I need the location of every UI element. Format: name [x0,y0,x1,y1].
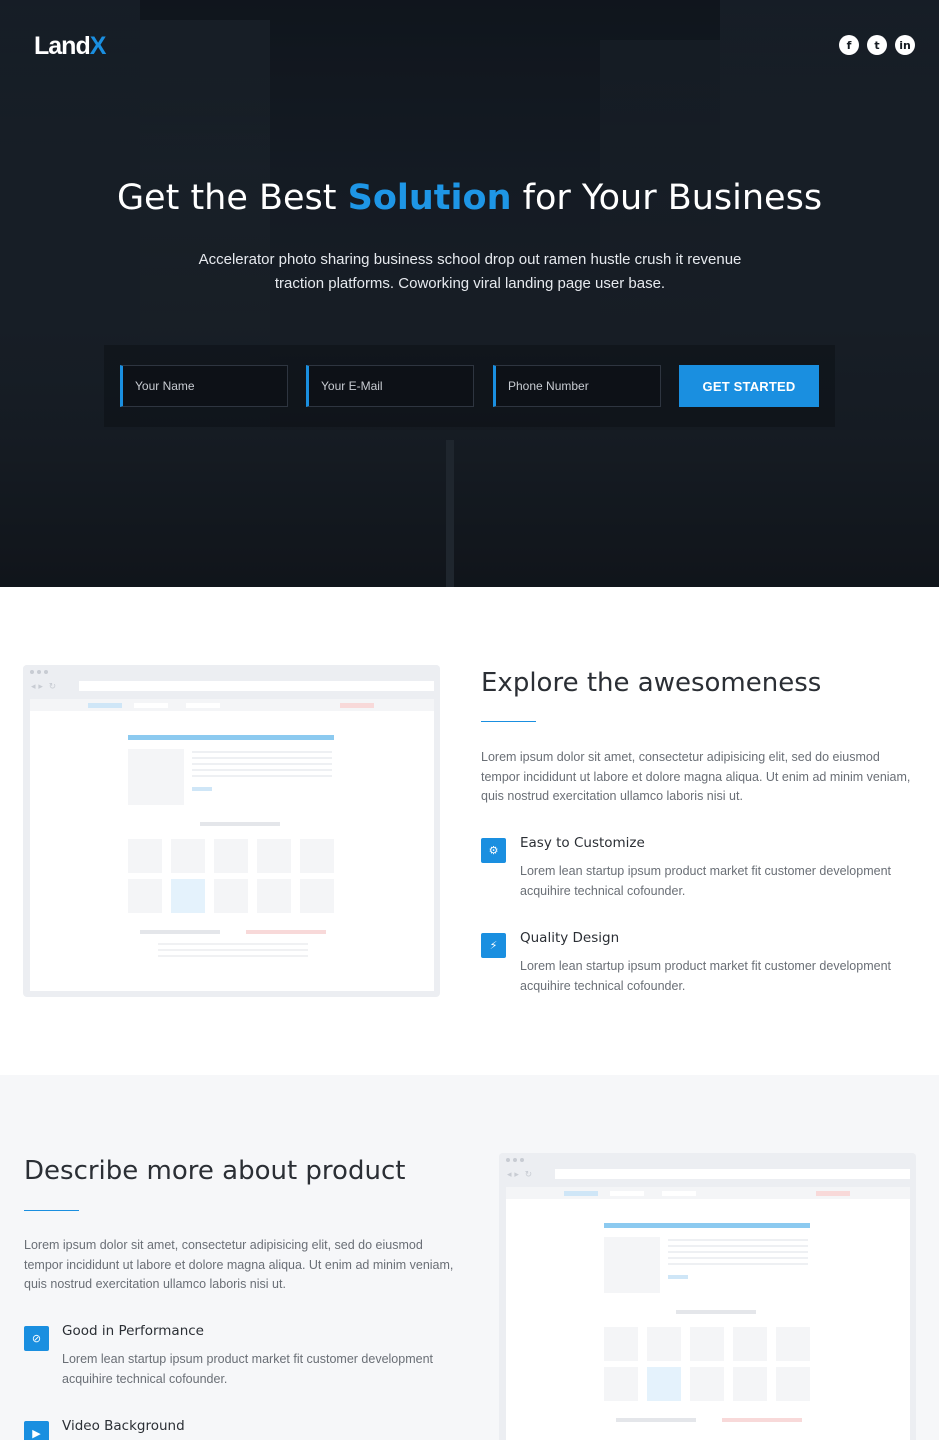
get-started-button[interactable]: GET STARTED [679,365,819,407]
browser-screen [506,1187,910,1440]
phone-field[interactable] [493,365,661,407]
speedometer-icon: ⊘ [24,1326,49,1351]
twitter-icon[interactable]: t [867,35,887,55]
mock-footer-bar [722,1418,802,1422]
mock-grid-row [604,1367,810,1401]
site-logo[interactable]: LandX [34,32,107,61]
mock-text-lines [192,751,332,779]
mock-grid-row [604,1327,810,1361]
feature-title: Video Background [62,1418,185,1434]
feature-title: Quality Design [520,930,620,946]
feature-desc: Lorem lean startup ipsum product market … [520,959,892,993]
feature-desc: Lorem lean startup ipsum product market … [62,1352,434,1386]
mock-heading-bar [128,735,334,740]
feature-title: Good in Performance [62,1323,204,1339]
explore-title-underline [481,721,536,722]
mock-nav-item [610,1191,644,1196]
mock-footer-bar [140,930,220,934]
browser-mockup: ◂ ▸ ↻ [23,665,440,997]
name-input[interactable] [135,379,275,393]
mock-nav-item [564,1191,598,1196]
browser-toolbar: ◂ ▸ ↻ [499,1153,916,1187]
mock-nav-item [134,703,168,708]
explore-text: Lorem ipsum dolor sit amet, consectetur … [481,750,911,803]
feature-title: Easy to Customize [520,835,645,851]
email-input[interactable] [321,379,461,393]
mock-footer-bar [246,930,326,934]
hero-subtitle: Accelerator photo sharing business schoo… [198,251,742,292]
browser-toolbar: ◂ ▸ ↻ [23,665,440,699]
mock-nav-item [340,703,374,708]
logo-text: Land [34,32,91,60]
mock-link [192,787,212,791]
phone-input[interactable] [508,379,648,393]
browser-url-bar [79,681,434,691]
describe-text: Lorem ipsum dolor sit amet, consectetur … [24,1238,454,1291]
mock-grid-row [128,879,334,913]
browser-nav-icon: ◂ ▸ ↻ [507,1170,533,1180]
describe-title: Describe more about product [24,1156,406,1186]
browser-screen [30,699,434,991]
hero-title-before: Get the Best [116,178,348,218]
window-dots [506,1158,524,1162]
email-field[interactable] [306,365,474,407]
explore-title: Explore the awesomeness [481,668,822,698]
browser-url-bar [555,1169,910,1179]
lightning-icon: ⚡ [481,933,506,958]
mock-heading-bar [604,1223,810,1228]
browser-nav-icon: ◂ ▸ ↻ [31,682,57,692]
mock-nav-item [186,703,220,708]
video-icon: ▶ [24,1421,49,1440]
mock-nav-item [88,703,122,708]
browser-mockup: ◂ ▸ ↻ [499,1153,916,1440]
mock-text-lines [668,1239,808,1267]
hero-title-accent: Solution [347,178,512,218]
mock-footer-lines [158,943,308,961]
social-links: f t in [839,35,915,55]
gear-icon: ⚙ [481,838,506,863]
window-dots [30,670,48,674]
describe-title-underline [24,1210,79,1211]
mock-grid-highlight [171,879,205,913]
feature-desc: Lorem lean startup ipsum product market … [520,864,892,898]
facebook-icon[interactable]: f [839,35,859,55]
mock-grid-highlight [647,1367,681,1401]
logo-accent: X [89,32,107,60]
name-field[interactable] [120,365,288,407]
mock-grid-row [128,839,334,873]
hero-title: Get the Best Solution for Your Business [0,178,939,218]
mock-subheading [200,822,280,826]
mock-image [128,749,184,805]
mock-image [604,1237,660,1293]
mock-nav-item [816,1191,850,1196]
mock-subheading [676,1310,756,1314]
mock-link [668,1275,688,1279]
mock-footer-bar [616,1418,696,1422]
mock-nav-item [662,1191,696,1196]
linkedin-icon[interactable]: in [895,35,915,55]
hero-title-after: for Your Business [511,178,823,218]
